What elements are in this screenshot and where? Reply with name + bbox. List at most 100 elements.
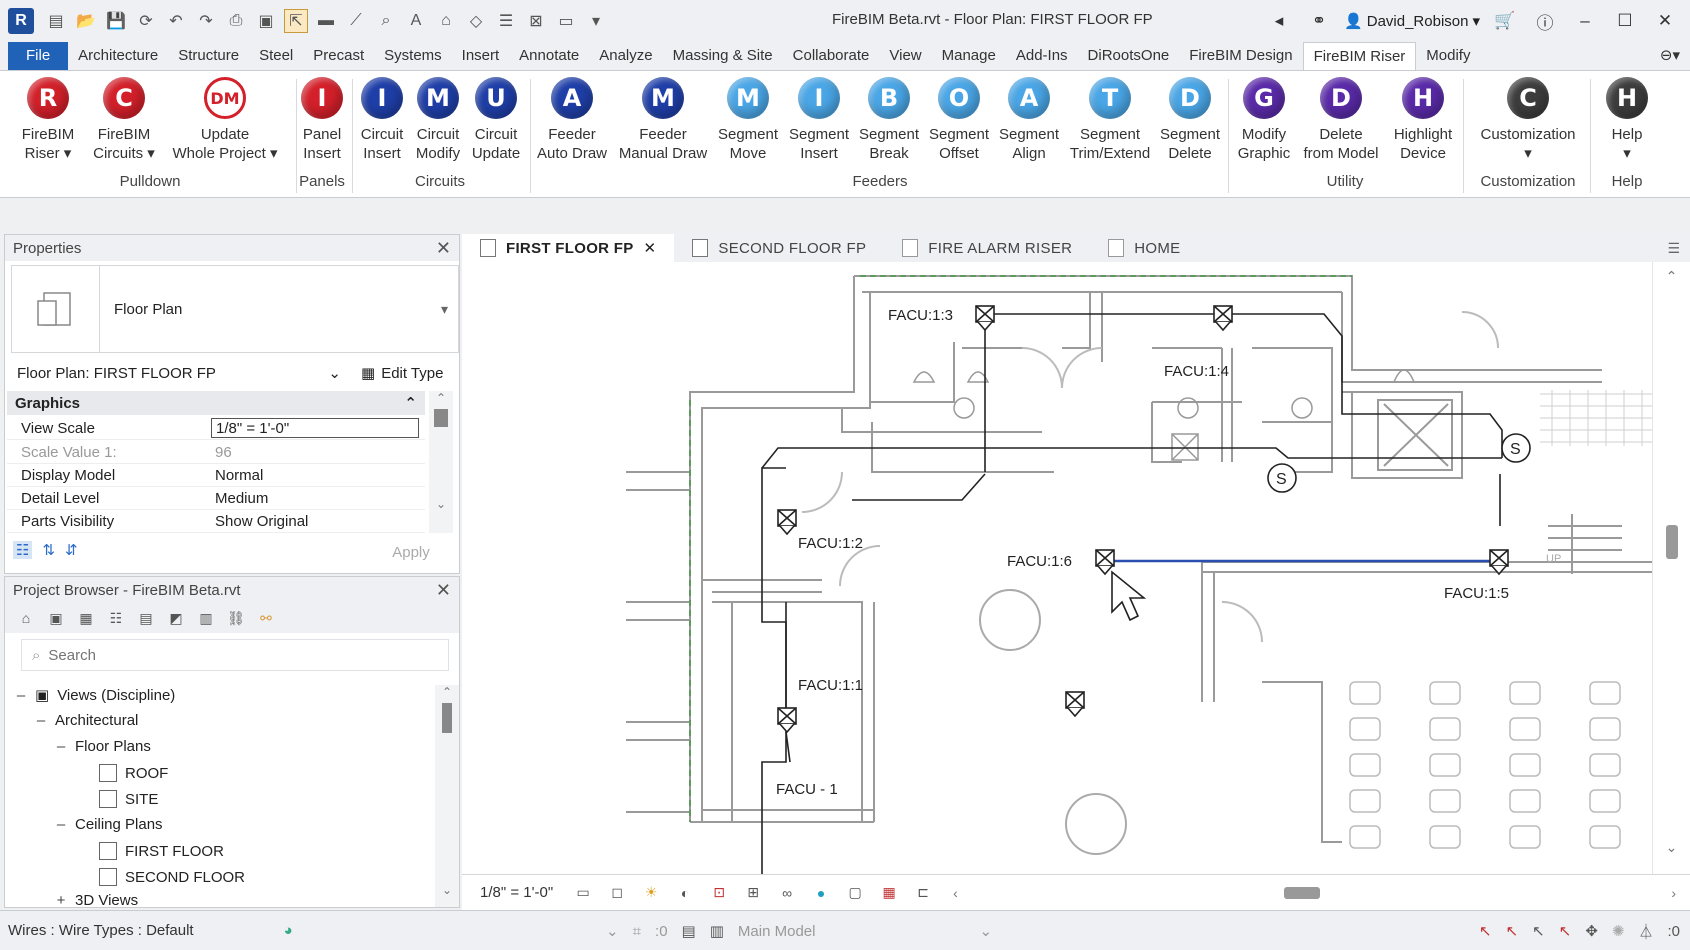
default-3d-icon[interactable]: ⌂ [434, 9, 458, 33]
scroll-right-icon[interactable]: › [1671, 885, 1676, 901]
prop-row-detail-level[interactable]: Detail Level Medium [7, 487, 425, 510]
aligned-dimension-icon[interactable]: ⟋ [344, 9, 368, 33]
tab-fire-alarm-riser[interactable]: FIRE ALARM RISER [884, 234, 1090, 262]
browser-search[interactable]: ⌕ [21, 639, 449, 671]
link-icon[interactable]: ⛓ [225, 607, 247, 629]
tab-precast[interactable]: Precast [303, 42, 374, 70]
search-input[interactable] [48, 646, 409, 664]
reveal-hidden-icon[interactable]: ● [811, 883, 831, 903]
detail-level-icon[interactable]: ▭ [573, 883, 593, 903]
select-by-face-icon[interactable]: ↖ [1559, 922, 1572, 940]
sync-icon[interactable]: ⟳ [134, 9, 158, 33]
close-button[interactable]: ✕ [1650, 11, 1680, 31]
redo-icon[interactable]: ↷ [194, 9, 218, 33]
type-selector[interactable]: Floor Plan ▾ [11, 265, 459, 353]
prop-value[interactable]: Normal [211, 464, 425, 486]
close-icon[interactable]: ✕ [436, 580, 451, 601]
family-icon[interactable]: ▤ [135, 607, 157, 629]
home-icon[interactable]: ⌂ [15, 607, 37, 629]
canvas-horizontal-scrollbar[interactable] [968, 885, 1662, 901]
tree-ceiling-plans[interactable]: – Ceiling Plans [55, 816, 163, 833]
tree-views-discipline[interactable]: – ▣ Views (Discipline) [15, 686, 175, 705]
group-icon[interactable]: ◩ [165, 607, 187, 629]
tag-icon[interactable]: ⌕ [374, 9, 398, 33]
canvas-vertical-scrollbar[interactable]: ⌃ ⌄ [1652, 262, 1690, 874]
shadows-icon[interactable]: ◐ [675, 883, 695, 903]
browser-scrollbar[interactable]: ⌃ ⌄ [435, 685, 459, 907]
segment-insert-button[interactable]: I Segment Insert [784, 77, 854, 163]
tab-modify[interactable]: Modify [1416, 42, 1480, 70]
dropdown-icon[interactable]: ⌄ [606, 922, 619, 940]
section-icon[interactable]: ◇ [464, 9, 488, 33]
chevron-left-icon[interactable]: ◂ [1264, 11, 1294, 31]
background-process-icon[interactable]: ✺ [1612, 922, 1625, 940]
sun-path-icon[interactable]: ☀ [641, 883, 661, 903]
firebim-circuits-button[interactable]: C FireBIM Circuits ▾ [89, 77, 159, 163]
tab-view[interactable]: View [879, 42, 931, 70]
prop-row-display-model[interactable]: Display Model Normal [7, 464, 425, 487]
schedule-icon[interactable]: ▦ [75, 607, 97, 629]
drawing-canvas[interactable]: FACU:1:3 FACU:1:4 FACU:1:2 FACU:1:6 FACU… [462, 262, 1662, 874]
prop-value[interactable]: Medium [211, 487, 425, 509]
tab-massing-site[interactable]: Massing & Site [663, 42, 783, 70]
segment-offset-button[interactable]: O Segment Offset [924, 77, 994, 163]
modify-graphic-button[interactable]: G Modify Graphic [1229, 77, 1299, 163]
tab-home[interactable]: HOME [1090, 234, 1198, 262]
analytical-model-icon[interactable]: ▦ [879, 883, 899, 903]
edit-type-button[interactable]: ▦ Edit Type [361, 360, 443, 386]
scroll-left-icon[interactable]: ‹ [953, 885, 958, 901]
tab-analyze[interactable]: Analyze [589, 42, 662, 70]
highlight-device-button[interactable]: H Highlight Device [1388, 77, 1458, 163]
crop-view-icon[interactable]: ⊡ [709, 883, 729, 903]
tab-architecture[interactable]: Architecture [68, 42, 168, 70]
close-hidden-icon[interactable]: ⊠ [524, 9, 548, 33]
segment-move-button[interactable]: M Segment Move [713, 77, 783, 163]
tree-floor-plans[interactable]: – Floor Plans [55, 738, 151, 755]
tab-dirootsone[interactable]: DiRootsOne [1078, 42, 1180, 70]
main-model-select[interactable]: Main Model [738, 923, 816, 940]
tree-3d-views[interactable]: +3D Views [55, 893, 138, 907]
text-icon[interactable]: A [404, 9, 428, 33]
tab-steel[interactable]: Steel [249, 42, 303, 70]
tree-second-floor[interactable]: SECOND FLOOR [99, 868, 245, 886]
revit-logo[interactable]: R [8, 8, 34, 34]
select-pinned-icon[interactable]: ↖ [1532, 922, 1545, 940]
open-icon[interactable]: 📂 [74, 9, 98, 33]
tab-systems[interactable]: Systems [374, 42, 452, 70]
prop-row-parts-visibility[interactable]: Parts Visibility Show Original [7, 510, 425, 533]
properties-scrollbar[interactable]: ⌃ ⌄ [429, 391, 453, 533]
switch-windows-icon[interactable]: ▭ [554, 9, 578, 33]
chain-icon[interactable]: ⚯ [255, 607, 277, 629]
select-links-icon[interactable]: ↖ [1479, 922, 1492, 940]
segment-align-button[interactable]: A Segment Align [994, 77, 1064, 163]
tree-roof[interactable]: ROOF [99, 764, 168, 782]
temporary-view-icon[interactable]: ▢ [845, 883, 865, 903]
tab-menu-icon[interactable]: ☰ [1657, 234, 1690, 262]
maximize-button[interactable]: ☐ [1610, 11, 1640, 31]
prop-value[interactable]: Show Original [211, 510, 425, 532]
undo-icon[interactable]: ↶ [164, 9, 188, 33]
categorized-icon[interactable]: ☷ [13, 541, 33, 559]
save-icon[interactable]: 💾 [104, 9, 128, 33]
filter-icon[interactable]: ⏃ [1638, 921, 1653, 942]
tab-first-floor-fp[interactable]: FIRST FLOOR FP ✕ [462, 234, 675, 262]
help-button[interactable]: H Help ▾ [1592, 77, 1662, 163]
tab-insert[interactable]: Insert [452, 42, 510, 70]
tree-site[interactable]: SITE [99, 790, 158, 808]
design-options-icon[interactable]: ▤ [682, 922, 696, 940]
highlight-displacement-icon[interactable]: ⊏ [913, 883, 933, 903]
tab-firebim-riser[interactable]: FireBIM Riser [1302, 41, 1417, 71]
ribbon-toggle-icon[interactable]: ⊖▾ [1650, 42, 1690, 70]
worksets-icon[interactable]: ▥ [710, 922, 724, 940]
customization-button[interactable]: C Customization ▾ [1480, 77, 1576, 163]
temporary-hide-icon[interactable]: ∞ [777, 883, 797, 903]
graphics-section-header[interactable]: Graphics ⌃ [7, 391, 425, 415]
drag-elements-icon[interactable]: ✥ [1585, 922, 1598, 940]
prop-row-view-scale[interactable]: View Scale 1/8" = 1'-0" [7, 417, 425, 440]
circuit-update-button[interactable]: U Circuit Update [461, 77, 531, 163]
binoculars-icon[interactable]: ⚭ [1304, 11, 1334, 31]
apply-button[interactable]: Apply [365, 541, 457, 565]
feeder-auto-draw-button[interactable]: A Feeder Auto Draw [537, 77, 607, 163]
view-scale-input[interactable]: 1/8" = 1'-0" [211, 418, 419, 438]
view-icon[interactable]: ▣ [45, 607, 67, 629]
